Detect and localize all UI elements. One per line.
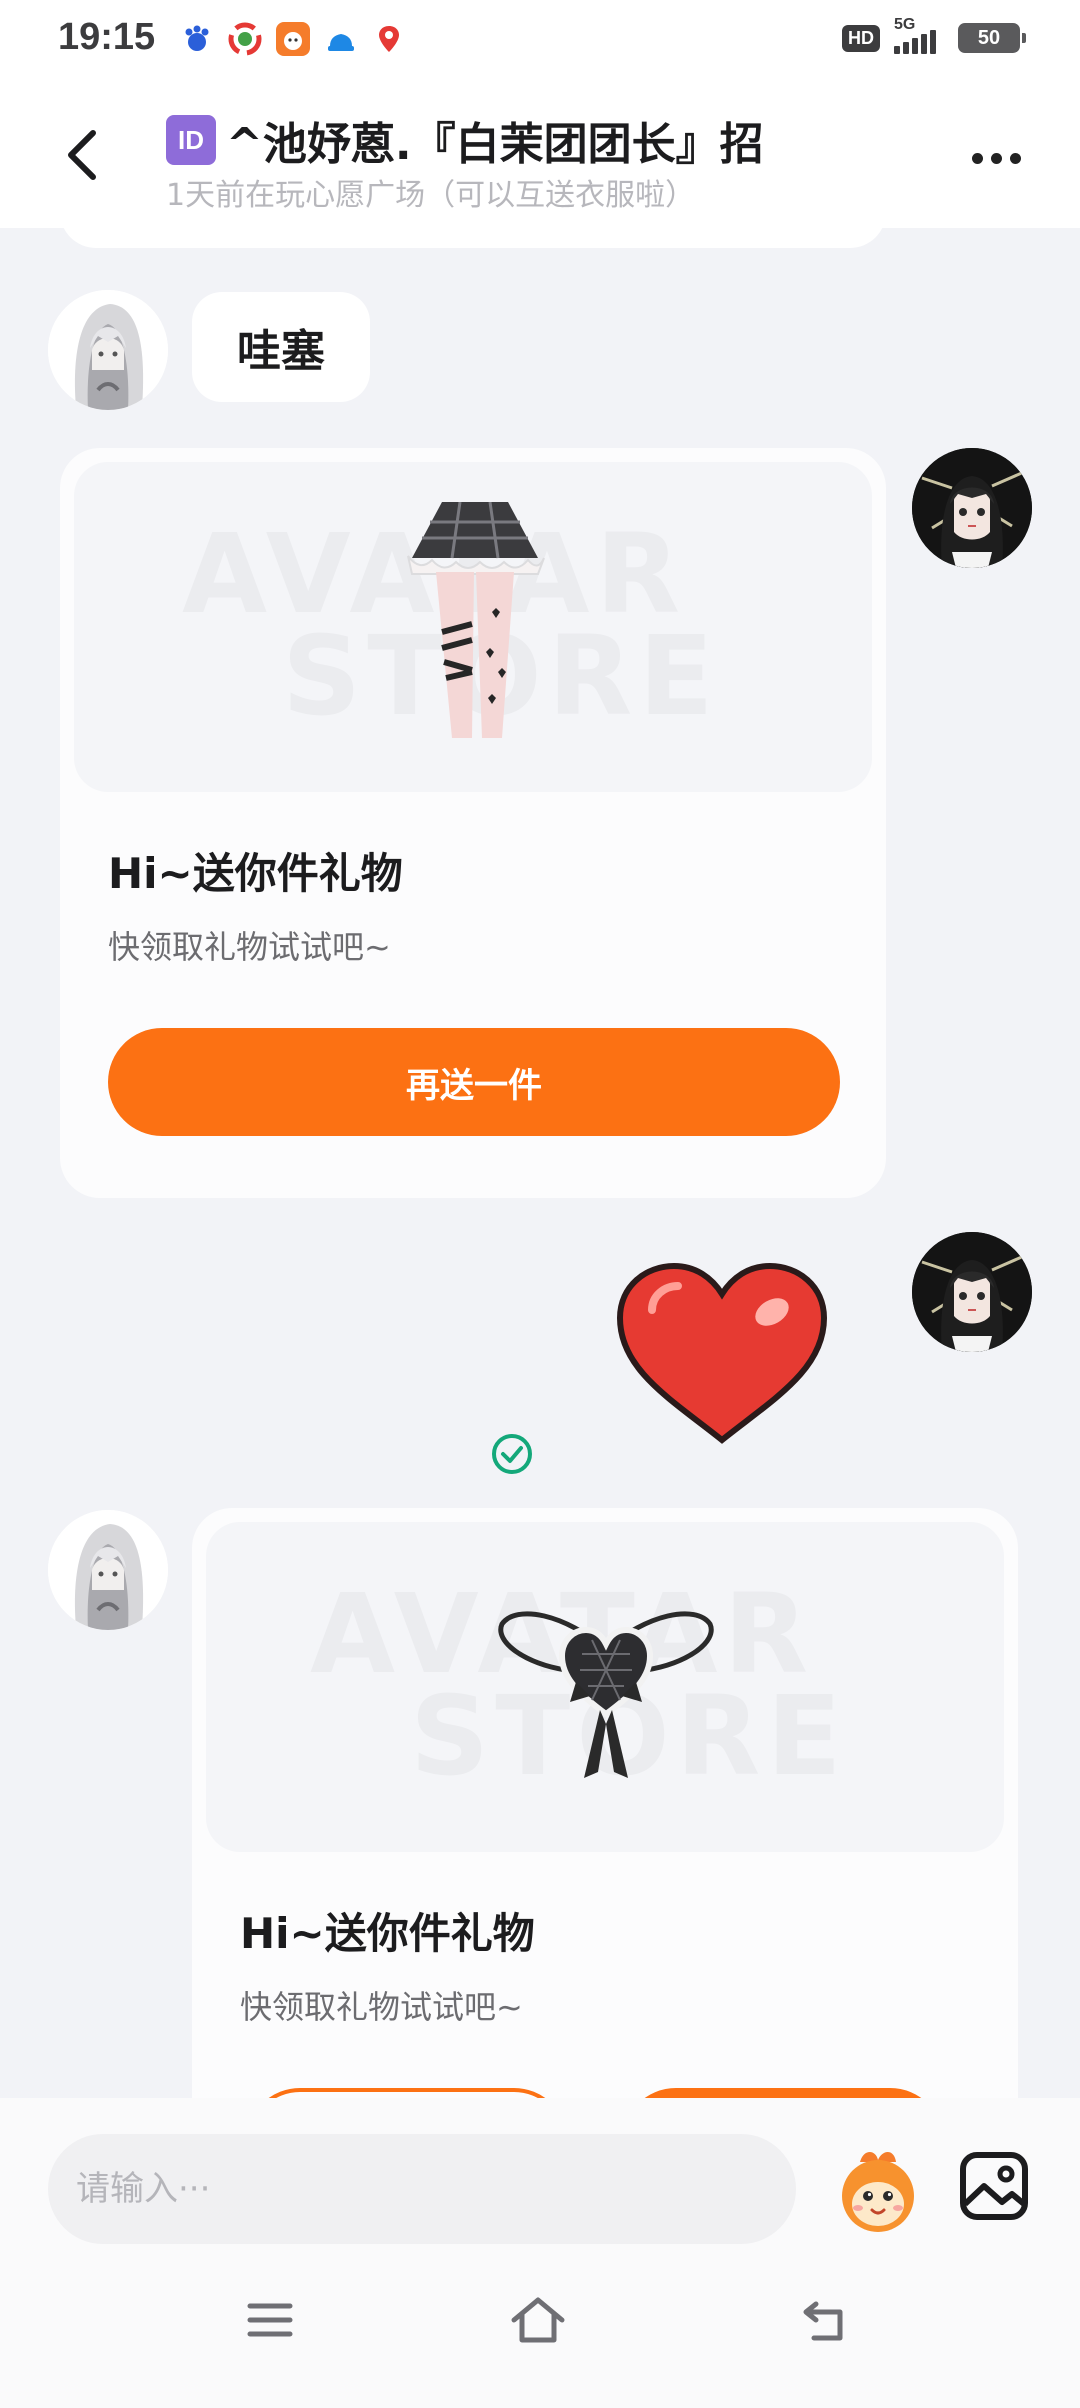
message-input[interactable]	[48, 2134, 796, 2244]
gift-image-area[interactable]: AVATAR STORE	[74, 462, 872, 792]
colorful-app-icon	[228, 22, 262, 56]
header-subtitle: 1天前在玩心愿广场（可以互送衣服啦）	[166, 178, 696, 213]
previous-card-fragment	[60, 228, 886, 248]
back-button[interactable]	[56, 120, 106, 190]
cloud-app-icon	[324, 22, 358, 56]
back-icon	[803, 2301, 843, 2341]
gift-card-title: Hi~送你件礼物	[108, 849, 403, 898]
my-avatar[interactable]	[912, 448, 1032, 568]
home-icon	[511, 2297, 565, 2343]
mascot-app-icon	[276, 22, 310, 56]
gift-card[interactable]: AVATAR STORE Hi~送你件礼物 快领取礼物试试吧~ 再送一件	[60, 448, 886, 1198]
menu-icon	[247, 2303, 293, 2337]
skirt-stockings-item-image	[407, 502, 545, 738]
more-button[interactable]	[956, 138, 1036, 178]
gift-card-primary-button[interactable]	[622, 2088, 944, 2098]
status-indicators: HD 5G 50	[842, 16, 1026, 54]
gift-card-secondary-button[interactable]	[246, 2088, 568, 2098]
battery-icon: 50	[958, 23, 1026, 53]
page-title: ^池妤蒽.『白茉团团长』招	[226, 119, 764, 170]
battery-level: 50	[977, 26, 1001, 49]
gift-card[interactable]: AVATAR STORE Hi~送你件礼物 快领取礼物试试吧~	[192, 1508, 1018, 2098]
input-bar	[0, 2098, 1080, 2248]
heart-icon	[616, 1262, 828, 1444]
nav-menu-button[interactable]	[240, 2290, 300, 2350]
gift-card-title: Hi~送你件礼物	[240, 1909, 535, 1958]
chevron-left-icon	[68, 130, 96, 180]
send-another-button[interactable]: 再送一件	[108, 1028, 840, 1136]
map-app-icon	[372, 22, 406, 56]
more-dots-icon	[971, 152, 983, 164]
gift-card-description: 快领取礼物试试吧~	[108, 928, 391, 966]
header-title-row[interactable]: ID ^池妤蒽.『白茉团团长』招	[166, 108, 764, 172]
signal-icon: 5G	[894, 16, 944, 54]
gift-image-area[interactable]: AVATAR STORE	[206, 1522, 1004, 1852]
heart-sticker[interactable]	[612, 1260, 832, 1450]
incoming-text: 哇塞	[237, 326, 325, 377]
image-icon	[960, 2152, 1028, 2220]
mascot-emoji-button[interactable]	[830, 2144, 926, 2240]
status-bar: 19:15 HD 5G 50	[0, 0, 1080, 80]
contact-avatar[interactable]	[48, 290, 168, 410]
chat-header: ID ^池妤蒽.『白茉团团长』招 1天前在玩心愿广场（可以互送衣服啦）	[0, 80, 1080, 228]
gift-card-description: 快领取礼物试试吧~	[240, 1988, 523, 2026]
read-receipt	[490, 1432, 534, 1476]
nav-back-button[interactable]	[796, 2290, 856, 2350]
id-badge-icon: ID	[166, 115, 216, 165]
heart-bow-item-image	[498, 1611, 714, 1778]
send-image-button[interactable]	[958, 2150, 1030, 2222]
hd-badge: HD	[842, 24, 880, 52]
chat-message-list[interactable]: 哇塞 AVATAR STORE	[0, 228, 1080, 2098]
contact-avatar[interactable]	[48, 1510, 168, 1630]
incoming-text-bubble[interactable]: 哇塞	[192, 292, 370, 402]
status-time: 19:15	[58, 16, 156, 58]
check-circle-icon	[492, 1434, 532, 1474]
nav-home-button[interactable]	[508, 2290, 568, 2350]
status-app-icons	[180, 22, 406, 56]
baidu-app-icon	[180, 22, 214, 56]
my-avatar[interactable]	[912, 1232, 1032, 1352]
mascot-emoji-icon	[842, 2152, 914, 2232]
system-nav-bar	[0, 2248, 1080, 2408]
